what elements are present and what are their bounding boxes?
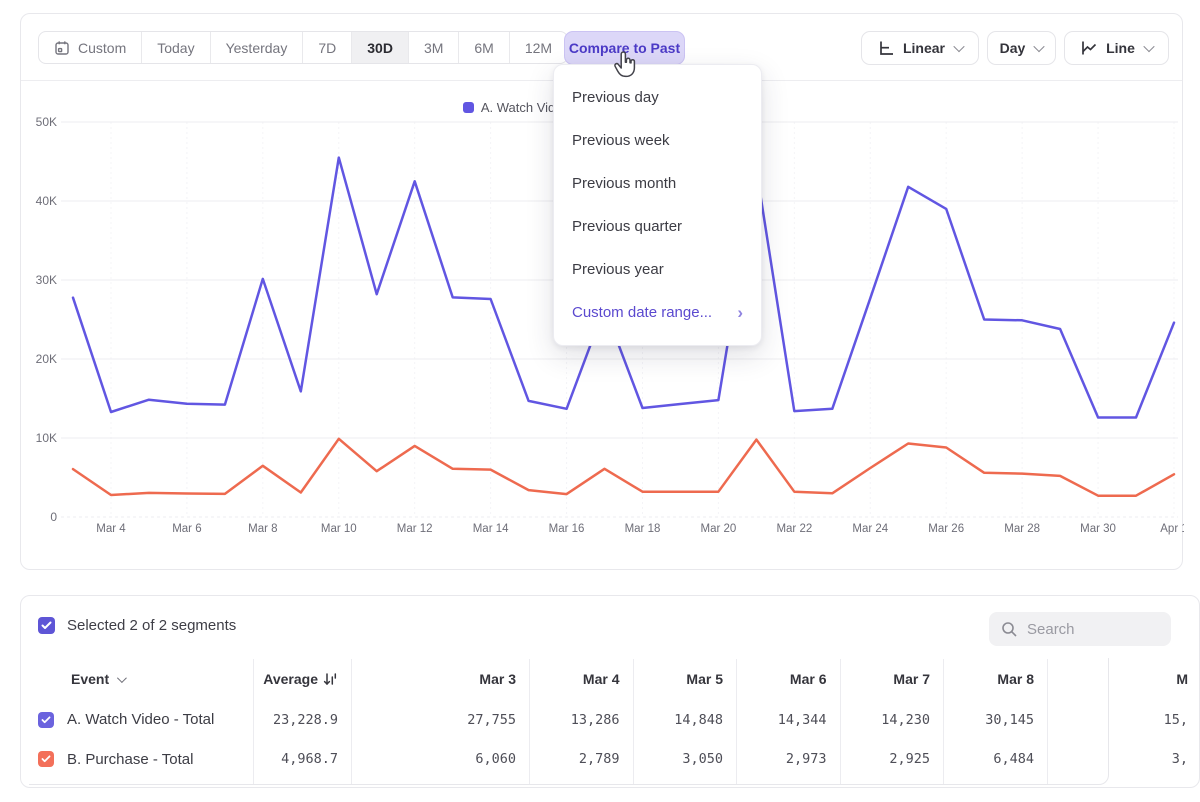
range-button-12m[interactable]: 12M [509, 32, 567, 63]
sort-descending-icon [323, 672, 338, 687]
column-header-event[interactable]: Event [21, 659, 253, 699]
range-button-7d[interactable]: 7D [302, 32, 351, 63]
column-header-date[interactable]: Mar 5 [633, 659, 737, 699]
table-cell: 14,344 [736, 699, 840, 740]
menu-item-previous-month[interactable]: Previous month [554, 162, 761, 205]
scale-dropdown[interactable]: Linear [861, 31, 979, 65]
legend-swatch [463, 102, 474, 113]
calendar-icon [54, 40, 70, 56]
table-cell: 2,973 [736, 740, 840, 778]
svg-text:Mar 8: Mar 8 [248, 523, 277, 535]
chevron-down-icon [1143, 41, 1154, 52]
column-header-date[interactable]: Mar 4 [529, 659, 633, 699]
compare-to-past-menu: Previous day Previous week Previous mont… [553, 64, 762, 346]
table-cell: 13,286 [529, 699, 633, 740]
svg-text:Mar 16: Mar 16 [549, 523, 585, 535]
segment-row-name[interactable]: B. Purchase - Total [21, 740, 253, 778]
range-button-30d[interactable]: 30D [351, 32, 408, 63]
range-button-custom[interactable]: Custom [39, 32, 141, 63]
chart-type-dropdown[interactable]: Line [1064, 31, 1169, 65]
column-header-date[interactable]: Mar 7 [840, 659, 944, 699]
compare-to-past-button[interactable]: Compare to Past [564, 31, 685, 65]
select-all-checkbox[interactable] [38, 617, 55, 634]
svg-text:0: 0 [50, 510, 57, 524]
svg-text:Mar 30: Mar 30 [1080, 523, 1116, 535]
svg-text:Mar 12: Mar 12 [397, 523, 433, 535]
svg-text:50K: 50K [36, 115, 57, 129]
range-button-6m[interactable]: 6M [458, 32, 508, 63]
search-input[interactable] [1027, 621, 1147, 638]
segment-row-name[interactable]: A. Watch Video - Total [21, 699, 253, 740]
column-header-date[interactable]: Mar 8 [943, 659, 1047, 699]
table-cell: 27,755 [351, 699, 529, 740]
table-cell: 3,050 [633, 740, 737, 778]
svg-text:Mar 26: Mar 26 [928, 523, 964, 535]
menu-item-previous-year[interactable]: Previous year [554, 248, 761, 291]
svg-text:Mar 10: Mar 10 [321, 523, 357, 535]
svg-text:40K: 40K [36, 194, 57, 208]
segments-card: Selected 2 of 2 segments Event Average M… [20, 595, 1200, 788]
svg-text:Mar 24: Mar 24 [852, 523, 888, 535]
table-cell: 2,789 [529, 740, 633, 778]
table-cell: 2,925 [840, 740, 944, 778]
menu-item-previous-day[interactable]: Previous day [554, 76, 761, 119]
table-cell: 14,848 [633, 699, 737, 740]
svg-text:30K: 30K [36, 273, 57, 287]
date-range-group: Custom Today Yesterday 7D 30D 3M 6M 12M [38, 31, 568, 64]
column-header-date[interactable]: Mar 3 [351, 659, 529, 699]
svg-text:Mar 22: Mar 22 [776, 523, 812, 535]
interval-dropdown[interactable]: Day [987, 31, 1056, 65]
chevron-down-icon [1034, 41, 1045, 52]
chevron-right-icon: › [737, 291, 743, 334]
svg-text:Apr 1: Apr 1 [1160, 523, 1184, 535]
check-icon [41, 621, 52, 630]
table-cell: 23,228.9 [253, 699, 351, 740]
svg-text:Mar 18: Mar 18 [625, 523, 661, 535]
selected-segments-label: Selected 2 of 2 segments [67, 617, 236, 634]
menu-item-previous-week[interactable]: Previous week [554, 119, 761, 162]
check-icon [41, 716, 51, 724]
svg-text:Mar 20: Mar 20 [701, 523, 737, 535]
table-cell: 4,968.7 [253, 740, 351, 778]
svg-text:Mar 14: Mar 14 [473, 523, 509, 535]
menu-item-custom-date-range[interactable]: Custom date range... › [554, 291, 761, 334]
chevron-down-icon [953, 41, 964, 52]
column-header-average[interactable]: Average [253, 659, 351, 699]
table-cell: 30,145 [943, 699, 1047, 740]
range-button-today[interactable]: Today [141, 32, 209, 63]
row-checkbox[interactable] [38, 751, 54, 767]
linear-axis-icon [877, 39, 895, 57]
svg-text:Mar 28: Mar 28 [1004, 523, 1040, 535]
svg-text:Mar 6: Mar 6 [172, 523, 201, 535]
chevron-down-icon [117, 673, 127, 683]
svg-text:20K: 20K [36, 352, 57, 366]
range-button-3m[interactable]: 3M [408, 32, 458, 63]
table-cell: 6,484 [943, 740, 1047, 778]
range-button-label: Custom [78, 40, 126, 56]
table-cell: 6,060 [351, 740, 529, 778]
table-cell: 15, [1047, 699, 1200, 740]
row-checkbox[interactable] [38, 712, 54, 728]
range-button-yesterday[interactable]: Yesterday [210, 32, 303, 63]
search-icon [1001, 621, 1018, 638]
svg-text:10K: 10K [36, 431, 57, 445]
column-header-date[interactable]: M [1047, 659, 1200, 699]
check-icon [41, 755, 51, 763]
column-header-date[interactable]: Mar 6 [736, 659, 840, 699]
segments-table: Event Average Mar 3 Mar 4 Mar 5 Mar 6 Ma… [21, 659, 1200, 778]
svg-text:Mar 4: Mar 4 [96, 523, 126, 535]
table-cell: 3, [1047, 740, 1200, 778]
search-box[interactable] [989, 612, 1171, 646]
table-cell: 14,230 [840, 699, 944, 740]
line-chart-icon [1080, 39, 1098, 57]
segments-selection-row: Selected 2 of 2 segments [38, 617, 236, 634]
menu-item-previous-quarter[interactable]: Previous quarter [554, 205, 761, 248]
